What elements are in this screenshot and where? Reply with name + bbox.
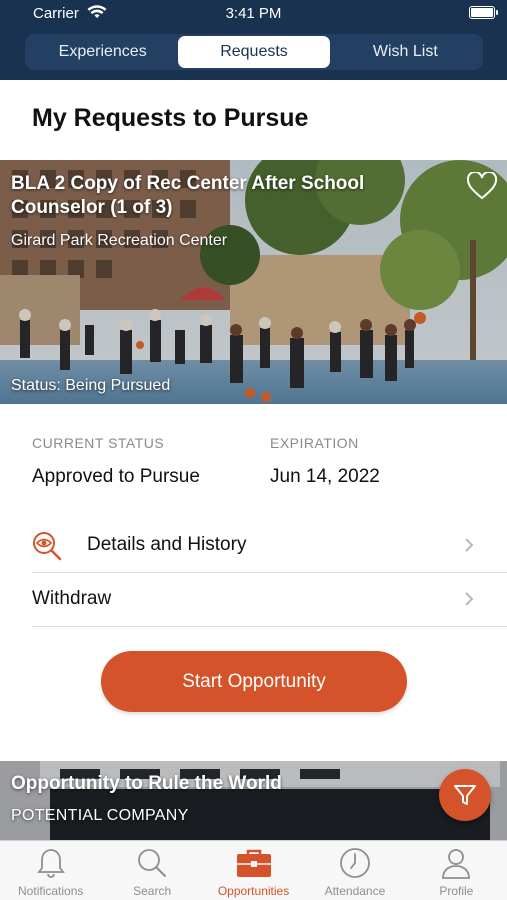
search-icon xyxy=(138,849,167,877)
current-status-value: Approved to Pursue xyxy=(32,466,200,487)
tab-bar: Notifications Search Opportunities Atten… xyxy=(0,840,507,900)
segment-experiences[interactable]: Experiences xyxy=(27,36,178,68)
segment-control: Experiences Requests Wish List xyxy=(25,34,483,70)
opportunity-card-2[interactable]: Opportunity to Rule the World POTENTIAL … xyxy=(0,761,507,840)
chevron-right-icon xyxy=(465,592,474,606)
tab-notifications[interactable]: Notifications xyxy=(0,841,101,900)
tab-label: Opportunities xyxy=(217,884,290,898)
opportunity-2-company: POTENTIAL COMPANY xyxy=(11,807,189,824)
opportunity-card-image[interactable]: BLA 2 Copy of Rec Center After School Co… xyxy=(0,160,507,404)
clock-icon xyxy=(340,848,370,878)
tab-opportunities[interactable]: Opportunities xyxy=(203,841,304,900)
filter-button[interactable] xyxy=(439,769,491,821)
tab-profile[interactable]: Profile xyxy=(406,841,507,900)
tab-label: Search xyxy=(133,884,172,898)
magnifier-eye-icon xyxy=(33,532,62,561)
filter-icon xyxy=(454,785,476,805)
battery-icon xyxy=(469,6,498,19)
tab-search[interactable]: Search xyxy=(101,841,202,900)
tab-label: Profile xyxy=(439,884,474,898)
opportunity-title: BLA 2 Copy of Rec Center After School Co… xyxy=(11,173,365,218)
bell-icon xyxy=(36,849,65,878)
withdraw-row[interactable]: Withdraw xyxy=(32,573,507,627)
opportunity-status: Status: Being Pursued xyxy=(11,377,171,394)
withdraw-label: Withdraw xyxy=(32,588,112,609)
clock-time: 3:41 PM xyxy=(225,5,282,22)
expiration-value: Jun 14, 2022 xyxy=(270,466,380,487)
briefcase-icon xyxy=(236,849,271,877)
page-title: My Requests to Pursue xyxy=(32,104,309,132)
status-bar: Carrier 3:41 PM xyxy=(0,0,507,28)
details-history-row[interactable]: Details and History xyxy=(32,519,507,573)
person-icon xyxy=(442,849,471,879)
heart-icon[interactable] xyxy=(466,172,498,200)
tab-label: Attendance xyxy=(324,884,386,898)
segment-wish-list[interactable]: Wish List xyxy=(330,36,481,68)
details-history-label: Details and History xyxy=(87,534,247,555)
start-opportunity-button[interactable]: Start Opportunity xyxy=(101,651,407,712)
expiration-label: EXPIRATION xyxy=(270,435,359,451)
chevron-right-icon xyxy=(465,538,474,552)
tab-attendance[interactable]: Attendance xyxy=(304,841,405,900)
segment-requests[interactable]: Requests xyxy=(178,36,330,68)
current-status-label: CURRENT STATUS xyxy=(32,435,165,451)
opportunity-location: Girard Park Recreation Center xyxy=(11,232,228,249)
opportunity-2-title: Opportunity to Rule the World xyxy=(11,773,282,794)
top-header: Carrier 3:41 PM Experiences Requests Wis… xyxy=(0,0,507,80)
tab-label: Notifications xyxy=(18,884,84,898)
